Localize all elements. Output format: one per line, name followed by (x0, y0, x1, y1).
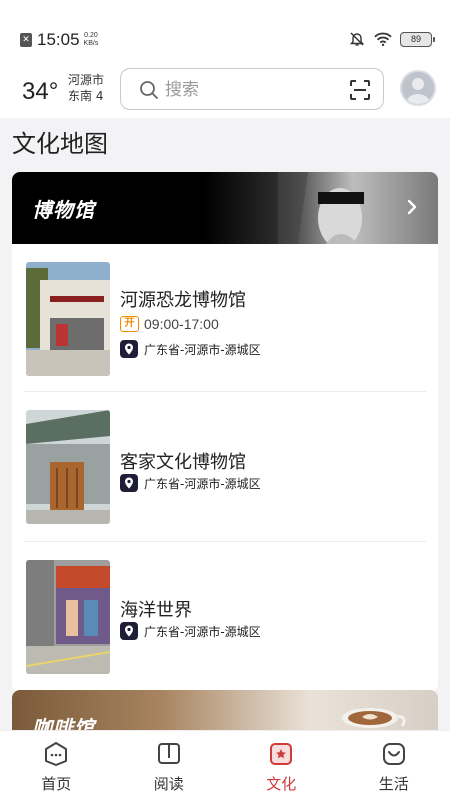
weather-temperature: 34° (22, 78, 59, 105)
wind-info: 东南 4 (68, 89, 104, 103)
category-banner[interactable]: 博物馆 (12, 172, 438, 244)
tab-culture[interactable]: 文化 (225, 731, 338, 800)
statue-image (278, 172, 364, 244)
scan-icon[interactable] (349, 79, 371, 105)
museum-address: 广东省-河源市-源城区 (120, 474, 261, 492)
mute-bell-icon (348, 30, 366, 48)
page-title: 文化地图 (12, 130, 108, 158)
location-pin-icon (120, 340, 138, 358)
museum-list: 河源恐龙博物馆 开 09:00-17:00 广东省-河源市-源城区 客家文化博物… (12, 244, 438, 692)
top-header: 34° 河源市 东南 4 (0, 56, 450, 118)
list-item[interactable]: 海洋世界 广东省-河源市-源城区 (24, 542, 426, 692)
museum-thumbnail (26, 410, 110, 524)
battery-indicator: 89 (400, 31, 435, 47)
location-pin-icon (120, 474, 138, 492)
category-card-museum: 博物馆 河源恐龙博物馆 开 09:00-17:00 广东省-河源市-源城区 客家… (12, 172, 438, 692)
museum-thumbnail (26, 560, 110, 674)
book-icon (156, 741, 182, 767)
museum-name: 河源恐龙博物馆 (120, 290, 246, 311)
list-item[interactable]: 客家文化博物馆 广东省-河源市-源城区 (24, 392, 426, 542)
list-item[interactable]: 河源恐龙博物馆 开 09:00-17:00 广东省-河源市-源城区 (24, 244, 426, 392)
search-bar[interactable] (120, 68, 384, 110)
open-badge: 开 (120, 316, 139, 332)
life-icon (381, 741, 407, 767)
culture-icon (268, 741, 294, 767)
user-avatar[interactable] (400, 70, 436, 106)
status-time: 15:05 (37, 30, 80, 49)
search-input[interactable] (165, 78, 335, 102)
notification-icon: ✕ (20, 33, 32, 47)
network-speed: 0.20 KB/s (83, 32, 99, 47)
museum-thumbnail (26, 262, 110, 376)
museum-address: 广东省-河源市-源城区 (120, 340, 261, 358)
status-bar: ✕ 15:05 0.20 KB/s 89 (0, 0, 450, 56)
chevron-right-icon (406, 198, 418, 220)
home-icon (43, 741, 69, 767)
wifi-icon (374, 30, 392, 48)
weather-location[interactable]: 河源市 东南 4 (68, 72, 104, 104)
museum-name: 客家文化博物馆 (120, 452, 246, 473)
opening-hours: 开 09:00-17:00 (120, 316, 219, 332)
museum-address: 广东省-河源市-源城区 (120, 622, 261, 640)
museum-name: 海洋世界 (120, 600, 192, 621)
city-name: 河源市 (68, 73, 105, 87)
bottom-tab-bar: 首页 阅读 文化 生活 (0, 730, 450, 800)
category-title: 博物馆 (32, 198, 95, 222)
tab-life[interactable]: 生活 (338, 731, 450, 800)
location-pin-icon (120, 622, 138, 640)
tab-home[interactable]: 首页 (0, 731, 113, 800)
tab-read[interactable]: 阅读 (113, 731, 226, 800)
search-icon (139, 80, 159, 104)
